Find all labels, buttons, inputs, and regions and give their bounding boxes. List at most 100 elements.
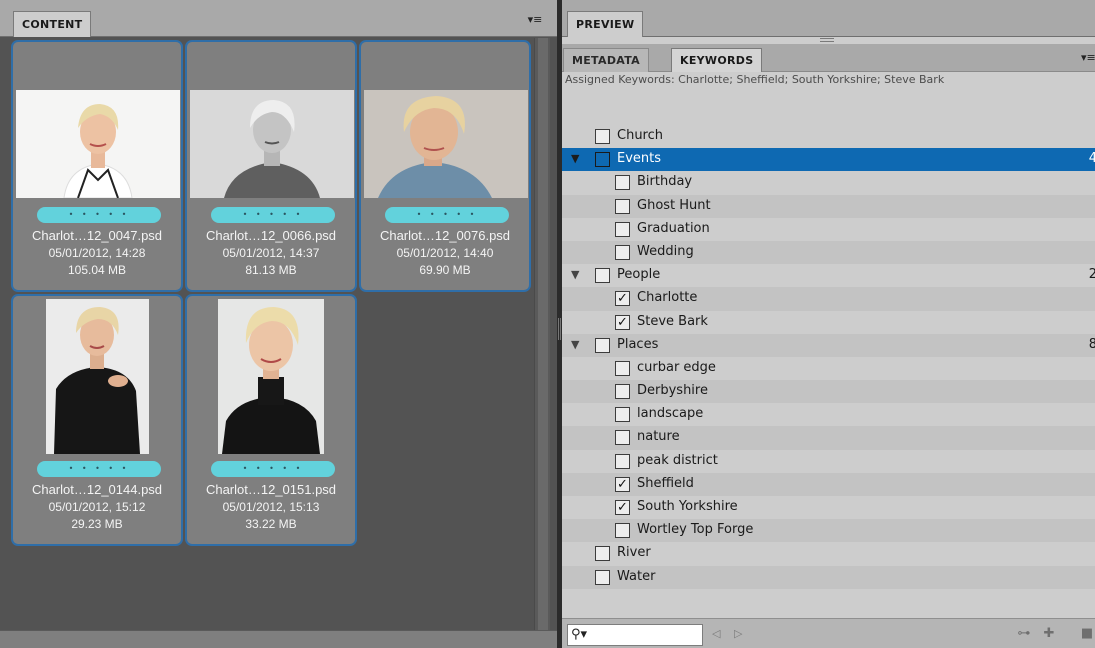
keyword-checkbox[interactable]: ✓ [615,500,630,515]
content-tabbar: CONTENT ▾≡ [0,0,557,37]
thumbnail-card[interactable]: • • • • • Charlot…12_0047.psd 05/01/2012… [11,40,183,292]
content-panel: CONTENT ▾≡ • • • • • Charlot…12_0047.psd… [0,0,557,648]
content-scrollbar[interactable] [534,38,550,630]
keyword-label: Graduation [637,220,710,236]
keyword-checkbox[interactable]: ✓ [615,314,630,330]
keyword-label: Charlotte [637,290,698,306]
next-arrow-icon[interactable]: ▷ [734,627,742,641]
keyword-search-input[interactable] [590,626,700,644]
new-sub-keyword-icon[interactable]: ⊶ [1015,625,1033,643]
right-panel: PREVIEW METADATA KEYWORDS ▾≡ Assigned Ke… [562,0,1095,648]
expand-triangle-icon[interactable]: ▼ [571,153,585,165]
keyword-label: landscape [637,406,704,422]
keyword-checkbox[interactable] [615,384,630,400]
keyword-checkbox[interactable] [615,407,630,423]
keywords-scrollbar[interactable] [1087,92,1095,612]
expand-triangle-icon[interactable]: ▼ [571,338,585,351]
keyword-row[interactable]: Derbyshire [562,380,1095,404]
panel-menu-icon[interactable]: ▾≡ [525,12,545,28]
keyword-label: Sheffield [637,475,694,491]
keyword-row[interactable]: peak district [562,450,1095,473]
search-icon[interactable]: ⚲▾ [571,627,587,643]
keyword-row[interactable]: ✓ Sheffield [562,472,1095,496]
file-date: 05/01/2012, 15:13 [222,500,320,514]
keyword-checkbox[interactable]: ✓ [615,476,630,492]
keyword-row[interactable]: ▼ Places 8 [562,333,1095,357]
keyword-checkbox[interactable] [595,268,610,284]
keyword-checkbox[interactable] [615,453,630,469]
star-rating[interactable]: • • • • • [211,207,335,223]
thumbnail-card[interactable]: • • • • • Charlot…12_0151.psd 05/01/2012… [185,294,357,546]
panel-menu-icon[interactable]: ▾≡ [1081,50,1095,66]
file-date: 05/01/2012, 14:40 [396,246,494,260]
keyword-search-box[interactable]: ⚲▾ [567,624,703,646]
keyword-checkbox[interactable] [595,569,610,585]
file-size: 69.90 MB [419,263,471,277]
photo-thumbnail [190,90,354,198]
keyword-row[interactable]: Wedding [562,240,1095,265]
keyword-label: nature [637,429,680,445]
keyword-checkbox[interactable] [595,337,610,353]
keyword-row[interactable]: Wortley Top Forge [562,519,1095,543]
keyword-checkbox[interactable] [615,198,630,214]
keyword-label: Birthday [637,174,693,190]
star-rating[interactable]: • • • • • [385,207,509,223]
keyword-row[interactable]: ▼ Events 4 [562,148,1095,172]
keyword-row[interactable]: ✓ South Yorkshire [562,496,1095,519]
delete-keyword-icon[interactable]: ■ [1079,625,1095,643]
keyword-row[interactable]: Birthday [562,171,1095,194]
keyword-checkbox[interactable] [615,175,630,191]
keyword-label: Places [617,336,659,352]
keyword-row[interactable]: ▼ People 2 [562,264,1095,287]
expand-triangle-icon[interactable]: ▼ [571,269,585,281]
keyword-checkbox[interactable] [615,221,630,237]
splitter-grip-icon[interactable] [558,318,561,340]
content-edge [0,38,9,630]
keyword-label: People [617,267,661,283]
thumbnail-card[interactable]: • • • • • Charlot…12_0066.psd 05/01/2012… [185,40,357,292]
file-size: 81.13 MB [245,263,297,277]
keyword-label: Events [617,151,662,167]
keyword-row[interactable]: Water [562,565,1095,589]
keyword-checkbox[interactable] [595,546,610,562]
keyword-checkbox[interactable] [595,152,610,168]
keyword-row[interactable]: Church [562,125,1095,148]
previous-arrow-icon[interactable]: ◁ [712,627,720,641]
keyword-checkbox[interactable] [595,129,610,144]
thumbnail-card[interactable]: • • • • • Charlot…12_0076.psd 05/01/2012… [359,40,531,292]
keyword-row[interactable]: ✓ Charlotte [562,287,1095,311]
scrollbar-track[interactable] [538,38,548,630]
tab-keywords[interactable]: KEYWORDS [671,48,763,72]
keyword-row[interactable]: nature [562,426,1095,450]
file-size: 29.23 MB [71,517,123,531]
keyword-checkbox[interactable] [615,244,630,260]
photo-thumbnail [364,90,528,198]
file-size: 105.04 MB [67,263,127,277]
tab-content[interactable]: CONTENT [13,11,92,37]
keyword-label: Church [617,128,664,143]
new-keyword-icon[interactable]: ✚ [1040,625,1058,643]
keyword-row[interactable]: ✓ Steve Bark [562,311,1095,334]
thumbnail-card[interactable]: • • • • • Charlot…12_0144.psd 05/01/2012… [11,294,183,546]
tab-metadata[interactable]: METADATA [563,48,649,72]
thumbnail-grid: • • • • • Charlot…12_0047.psd 05/01/2012… [9,38,534,630]
assigned-keywords: Assigned Keywords: Charlotte; Sheffield;… [565,73,945,86]
star-rating[interactable]: • • • • • [37,207,161,223]
keyword-label: Steve Bark [637,313,708,329]
keyword-row[interactable]: River [562,542,1095,565]
keyword-checkbox[interactable] [615,360,630,376]
keyword-checkbox[interactable] [615,523,630,539]
keyword-checkbox[interactable] [615,430,630,446]
file-date: 05/01/2012, 14:37 [222,246,320,260]
preview-tabbar: PREVIEW [562,0,1095,37]
keyword-row[interactable]: landscape [562,403,1095,426]
keyword-checkbox[interactable]: ✓ [615,291,630,307]
keyword-row[interactable]: Graduation [562,218,1095,241]
resize-grip-icon[interactable] [820,38,834,42]
keyword-row[interactable]: Ghost Hunt [562,194,1095,218]
star-rating[interactable]: • • • • • [211,461,335,477]
star-rating[interactable]: • • • • • [37,461,161,477]
keyword-label: Derbyshire [637,383,708,399]
tab-preview[interactable]: PREVIEW [567,11,644,37]
keyword-row[interactable]: curbar edge [562,357,1095,380]
